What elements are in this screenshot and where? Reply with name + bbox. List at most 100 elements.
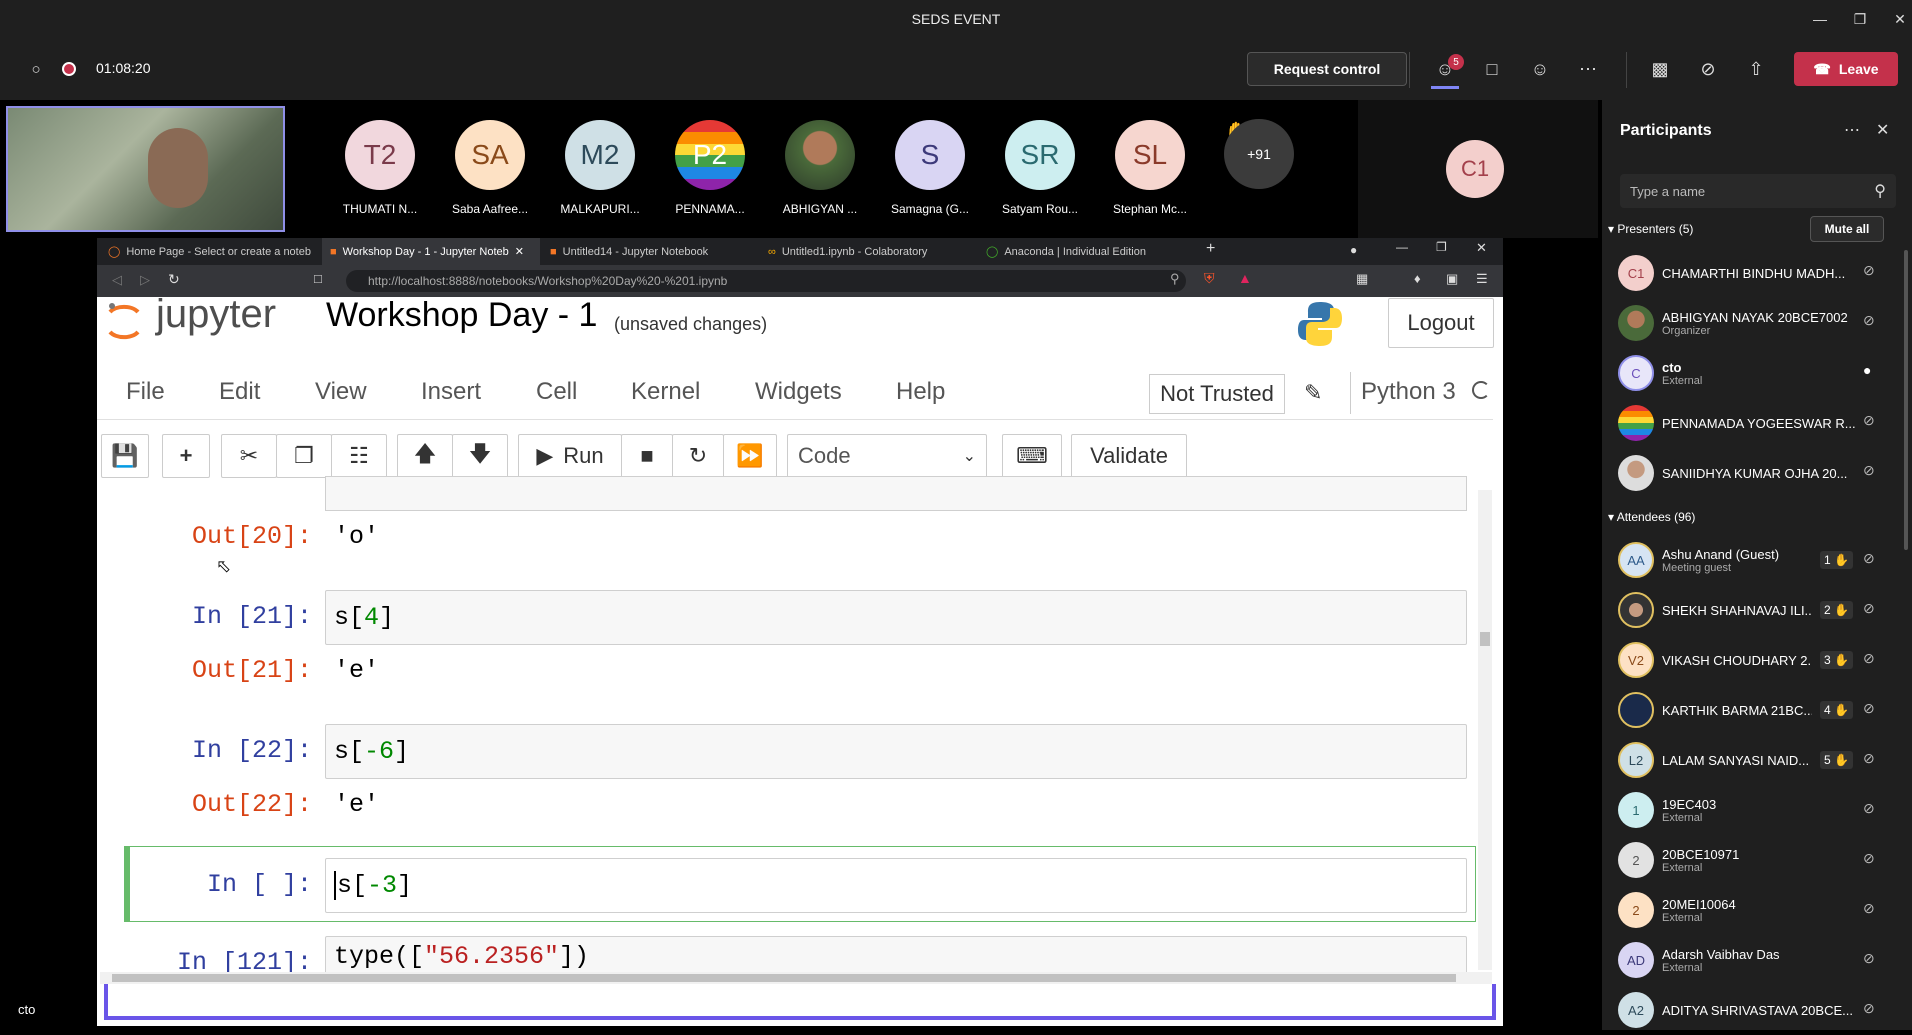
mic-off-icon[interactable]: ⊘ xyxy=(1863,550,1875,567)
menu-cell[interactable]: Cell xyxy=(536,378,577,406)
save-icon[interactable]: 💾 xyxy=(101,434,149,478)
mic-off-icon[interactable]: ⊘ xyxy=(1863,750,1875,767)
code-cell-input[interactable]: s[-3] xyxy=(325,858,1467,913)
extensions-icon[interactable]: ♦ xyxy=(1414,271,1421,286)
move-up-icon[interactable]: 🡅 xyxy=(397,434,453,478)
camera-off-icon[interactable]: ▩ xyxy=(1642,51,1678,87)
mic-off-icon[interactable]: ⊘ xyxy=(1863,800,1875,817)
browser-tab[interactable]: ◯ Home Page - Select or create a noteb xyxy=(100,238,320,265)
share-screen-icon[interactable]: ⇧ xyxy=(1738,51,1774,87)
trust-button[interactable]: Not Trusted xyxy=(1149,374,1285,414)
browser-minimize-icon[interactable]: — xyxy=(1396,240,1408,254)
restart-icon[interactable]: ↻ xyxy=(672,434,724,478)
participant-search[interactable]: Type a name ⚲ xyxy=(1620,174,1896,208)
cell-type-select[interactable]: Code ⌄ xyxy=(787,434,987,478)
hscroll-thumb[interactable] xyxy=(112,974,1456,982)
mic-off-icon[interactable]: ⊘ xyxy=(1863,900,1875,917)
bookmark-icon[interactable]: □ xyxy=(314,271,322,286)
mic-off-icon[interactable]: ⊘ xyxy=(1863,950,1875,967)
close-icon[interactable]: ✕ xyxy=(1878,0,1912,38)
mic-on-icon[interactable]: ● xyxy=(1863,362,1871,378)
brave-shield-icon[interactable]: ⛨ xyxy=(1204,270,1215,287)
back-icon[interactable]: ◁ xyxy=(112,272,122,288)
vertical-scrollbar[interactable] xyxy=(1478,490,1492,970)
participant-tile[interactable]: SR Satyam Rou... xyxy=(990,120,1090,230)
jupyter-logo-icon[interactable] xyxy=(106,300,142,344)
new-tab-icon[interactable]: + xyxy=(1206,240,1215,258)
request-control-button[interactable]: Request control xyxy=(1247,52,1407,86)
validate-button[interactable]: Validate xyxy=(1071,434,1187,478)
pane-scrollbar[interactable] xyxy=(1904,250,1908,550)
mic-off-icon[interactable]: ⊘ xyxy=(1863,412,1875,429)
participant-tile[interactable]: SA Saba Aafree... xyxy=(440,120,540,230)
reload-icon[interactable]: ↻ xyxy=(168,271,180,288)
code-cell-input[interactable]: s[4] xyxy=(325,590,1467,645)
search-input[interactable]: Type a name xyxy=(1630,184,1705,199)
copy-icon[interactable]: ❐ xyxy=(276,434,332,478)
translate-icon[interactable]: ▦ xyxy=(1356,271,1368,287)
code-cell-input[interactable]: s[-6] xyxy=(325,724,1467,779)
browser-tab[interactable]: ■ Workshop Day - 1 - Jupyter Noteb ✕ xyxy=(322,238,540,265)
profile-icon[interactable]: ● xyxy=(1350,243,1357,257)
browser-close-icon[interactable]: ✕ xyxy=(1476,240,1487,256)
reactions-icon[interactable]: ☺ xyxy=(1522,51,1558,87)
mic-off-icon[interactable]: ⊘ xyxy=(1863,850,1875,867)
restore-icon[interactable]: ❐ xyxy=(1838,0,1882,38)
participant-tile[interactable]: T2 THUMATI N... xyxy=(330,120,430,230)
zoom-icon[interactable]: ⚲ xyxy=(1170,271,1180,287)
mute-all-button[interactable]: Mute all xyxy=(1810,216,1884,242)
more-participants[interactable]: +91 xyxy=(1224,119,1294,189)
run-button[interactable]: ▶ Run xyxy=(518,434,622,478)
paste-icon[interactable]: ☷ xyxy=(331,434,387,478)
more-options-icon[interactable]: ⋯ xyxy=(1570,51,1606,87)
stop-icon[interactable]: ■ xyxy=(621,434,673,478)
wallet-icon[interactable]: ▣ xyxy=(1446,271,1458,287)
browser-restore-icon[interactable]: ❐ xyxy=(1436,240,1447,254)
mic-off-icon[interactable]: ⊘ xyxy=(1863,600,1875,617)
mic-off-icon[interactable]: ⊘ xyxy=(1690,51,1726,87)
browser-tab[interactable]: ■ Untitled14 - Jupyter Notebook xyxy=(542,238,758,265)
presenters-header[interactable]: ▾ Presenters (5) xyxy=(1608,222,1693,236)
menu-file[interactable]: File xyxy=(126,378,165,406)
pane-more-icon[interactable]: ⋯ xyxy=(1844,120,1860,140)
fast-forward-icon[interactable]: ⏩ xyxy=(723,434,777,478)
browser-menu-icon[interactable]: ☰ xyxy=(1476,271,1488,287)
mic-off-icon[interactable]: ⊘ xyxy=(1863,312,1875,329)
menu-view[interactable]: View xyxy=(315,378,367,406)
pane-close-icon[interactable]: ✕ xyxy=(1876,120,1889,140)
notebook-title[interactable]: Workshop Day - 1 xyxy=(326,296,597,335)
minimize-icon[interactable]: — xyxy=(1798,0,1842,38)
scrollbar-thumb[interactable] xyxy=(1480,632,1490,646)
participant-tile[interactable]: SL Stephan Mc... xyxy=(1100,120,1200,230)
participant-tile[interactable]: ABHIGYAN ... xyxy=(770,120,870,230)
browser-tab[interactable]: ◯ Anaconda | Individual Edition xyxy=(978,238,1194,265)
participant-tile[interactable]: S Samagna (G... xyxy=(880,120,980,230)
leave-button[interactable]: ☎ Leave xyxy=(1794,52,1898,86)
mic-off-icon[interactable]: ⊘ xyxy=(1863,650,1875,667)
cut-icon[interactable]: ✂ xyxy=(221,434,277,478)
code-cell-input[interactable]: type(["56.2356"]) xyxy=(325,936,1467,976)
mic-off-icon[interactable]: ⊘ xyxy=(1863,262,1875,279)
rewards-icon[interactable]: ▲ xyxy=(1238,270,1252,286)
chat-icon[interactable]: □ xyxy=(1474,51,1510,87)
mic-off-icon[interactable]: ⊘ xyxy=(1863,1000,1875,1017)
menu-insert[interactable]: Insert xyxy=(421,378,481,406)
keyboard-icon[interactable]: ⌨ xyxy=(1002,434,1062,478)
menu-help[interactable]: Help xyxy=(896,378,945,406)
logout-button[interactable]: Logout xyxy=(1388,298,1494,348)
mic-off-icon[interactable]: ⊘ xyxy=(1863,700,1875,717)
move-down-icon[interactable]: 🡇 xyxy=(452,434,508,478)
insert-cell-icon[interactable]: + xyxy=(162,434,210,478)
partial-cell-input[interactable] xyxy=(325,476,1467,511)
url-field[interactable]: http://localhost:8888/notebooks/Workshop… xyxy=(346,270,1186,292)
tab-close-icon[interactable]: ✕ xyxy=(515,245,524,258)
menu-kernel[interactable]: Kernel xyxy=(631,378,700,406)
edit-pencil-icon[interactable]: ✎ xyxy=(1304,380,1322,406)
jupyter-logo-text[interactable]: jupyter xyxy=(156,292,276,337)
forward-icon[interactable]: ▷ xyxy=(140,272,150,288)
mic-off-icon[interactable]: ⊘ xyxy=(1863,462,1875,479)
menu-widgets[interactable]: Widgets xyxy=(755,378,842,406)
self-video[interactable] xyxy=(6,106,285,232)
menu-edit[interactable]: Edit xyxy=(219,378,260,406)
attendees-header[interactable]: ▾ Attendees (96) xyxy=(1608,510,1695,524)
